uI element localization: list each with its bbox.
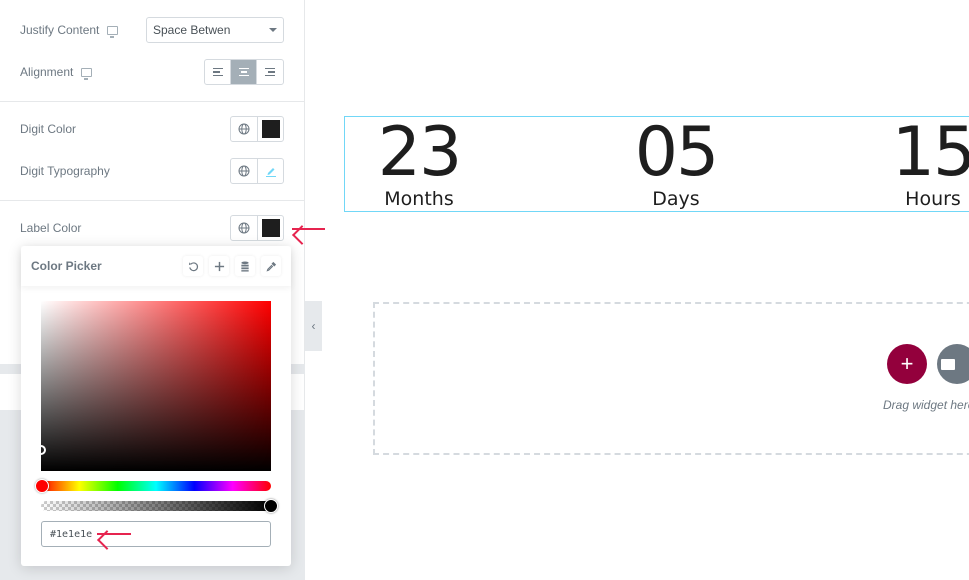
- countdown-digit: 15: [891, 113, 969, 192]
- justify-content-text: Justify Content: [20, 23, 100, 37]
- justify-content-value: Space Betwen: [153, 23, 231, 37]
- database-icon: [241, 260, 249, 272]
- justify-content-control: Justify Content Space Betwen: [20, 17, 284, 43]
- edit-typography-button[interactable]: [257, 159, 283, 183]
- countdown-digit: 23: [377, 113, 463, 192]
- global-colors-button[interactable]: [231, 117, 257, 141]
- label-color-swatch[interactable]: [257, 216, 283, 240]
- align-right-icon-line: [268, 71, 275, 73]
- alignment-text: Alignment: [20, 65, 74, 79]
- digit-color-label: Digit Color: [20, 122, 77, 136]
- countdown-item-months: 23 Months: [371, 113, 467, 210]
- color-picker-popup: Color Picker: [21, 246, 291, 566]
- countdown-digit: 05: [634, 113, 720, 192]
- eyedropper-button[interactable]: [261, 256, 281, 276]
- saturation-handle[interactable]: [36, 445, 46, 455]
- digit-typography-control: Digit Typography: [20, 158, 284, 184]
- align-right-icon: [265, 67, 275, 70]
- digit-typography-controls: [230, 158, 284, 184]
- alignment-buttons: [204, 59, 284, 85]
- hex-color-input[interactable]: [41, 521, 271, 547]
- folder-icon: [941, 358, 955, 370]
- responsive-desktop-icon[interactable]: [107, 25, 119, 38]
- collapse-panel-button[interactable]: ‹: [305, 301, 322, 351]
- eyedropper-icon: [266, 261, 276, 271]
- hue-handle[interactable]: [35, 479, 49, 493]
- annotation-arrow: [97, 533, 131, 535]
- reset-button[interactable]: [183, 256, 203, 276]
- chevron-left-icon: ‹: [311, 319, 316, 333]
- countdown-label: Months: [384, 188, 454, 210]
- align-left-button[interactable]: [205, 60, 231, 84]
- align-right-button[interactable]: [257, 60, 283, 84]
- section-divider: [0, 200, 305, 201]
- empty-section-dropzone[interactable]: [373, 302, 969, 455]
- countdown-item-hours: 15 Hours: [885, 113, 969, 210]
- color-picker-title: Color Picker: [31, 259, 102, 273]
- globe-icon: [238, 222, 250, 234]
- opacity-slider[interactable]: [41, 499, 278, 513]
- color-picker-tools: [183, 256, 281, 276]
- global-fonts-button[interactable]: [231, 159, 257, 183]
- justify-content-label: Justify Content: [20, 23, 119, 38]
- saturation-value-area[interactable]: [36, 301, 271, 471]
- opacity-handle[interactable]: [264, 499, 278, 513]
- label-color-label: Label Color: [20, 221, 82, 235]
- digit-color-swatch[interactable]: [257, 117, 283, 141]
- pencil-icon: [265, 168, 276, 177]
- align-center-icon: [238, 67, 249, 70]
- countdown-item-days: 05 Days: [628, 113, 724, 210]
- countdown-label: Days: [652, 188, 700, 210]
- reset-icon: [188, 261, 198, 271]
- align-center-icon-line: [238, 74, 249, 77]
- hue-slider[interactable]: [35, 479, 271, 493]
- color-picker-header: Color Picker: [21, 246, 291, 286]
- justify-content-select[interactable]: Space Betwen: [146, 17, 284, 43]
- align-left-icon-line: [213, 74, 223, 77]
- plus-icon: +: [900, 351, 914, 376]
- color-swatch: [261, 219, 280, 237]
- align-right-icon-line: [265, 74, 275, 77]
- color-swatch: [261, 120, 280, 138]
- responsive-desktop-icon[interactable]: [81, 67, 93, 80]
- align-center-icon-line: [240, 71, 247, 73]
- globe-icon: [238, 165, 250, 177]
- editor-root: Justify Content Space Betwen Alignment D…: [0, 0, 969, 580]
- add-icon: [214, 261, 224, 271]
- label-color-control: Label Color: [20, 215, 284, 241]
- countdown-widget[interactable]: 23 Months 05 Days 15 Hours: [344, 116, 969, 212]
- align-left-icon-line: [213, 71, 220, 73]
- alignment-label: Alignment: [20, 65, 93, 80]
- global-colors-button[interactable]: [231, 216, 257, 240]
- label-color-controls: [230, 215, 284, 241]
- digit-typography-label: Digit Typography: [20, 164, 110, 178]
- align-left-icon: [213, 67, 223, 70]
- chevron-down-icon: [269, 28, 277, 32]
- drag-widget-hint: Drag widget here: [883, 398, 969, 412]
- countdown-label: Hours: [905, 188, 961, 210]
- digit-color-control: Digit Color: [20, 116, 284, 142]
- annotation-arrow: [292, 228, 325, 230]
- add-color-button[interactable]: [209, 256, 229, 276]
- add-section-button[interactable]: +: [887, 344, 927, 384]
- align-center-button[interactable]: [231, 60, 257, 84]
- global-colors-library-button[interactable]: [235, 256, 255, 276]
- section-divider: [0, 101, 305, 102]
- digit-color-controls: [230, 116, 284, 142]
- add-template-button[interactable]: [937, 344, 969, 384]
- alignment-control: Alignment: [20, 59, 284, 85]
- globe-icon: [238, 123, 250, 135]
